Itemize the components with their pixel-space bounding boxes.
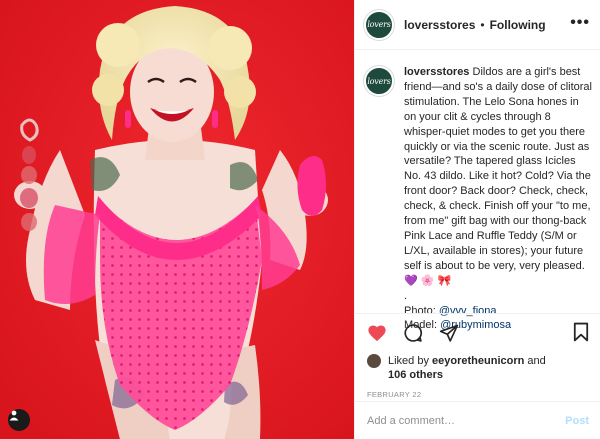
liked-by-prefix: Liked by [388,355,433,367]
action-icon-row [367,322,591,344]
caption-area: lovers loversstores Dildos are a girl's … [355,51,600,331]
comment-input[interactable] [367,414,566,427]
caption-avatar-logo-text: lovers [367,76,391,86]
paper-plane-icon[interactable] [439,323,459,343]
post-actions: Liked by eeyoretheunicorn and 106 others… [355,313,600,401]
caption-text: loversstores Dildos are a girl's best fr… [404,65,592,331]
user-tag-icon[interactable] [8,409,30,431]
likes-row: Liked by eeyoretheunicorn and [367,354,591,368]
heart-icon[interactable] [367,324,387,342]
separator-dot: • [480,17,485,32]
cherry-blossom-emoji: 🌸 [420,274,435,287]
caption-body: Dildos are a girl's best friend—and so's… [404,66,592,272]
purple-heart-emoji: 💜 [404,274,418,287]
liker-avatar[interactable] [367,354,381,368]
liked-by-text: Liked by eeyoretheunicorn and [388,354,546,368]
bookmark-icon[interactable] [573,322,589,347]
caption-avatar[interactable]: lovers [364,66,394,96]
more-options-icon[interactable]: ••• [570,14,590,32]
post-photo[interactable] [0,0,354,439]
post-comment-button[interactable]: Post [565,415,589,427]
photo-illustration [0,0,354,439]
avatar[interactable]: lovers [364,9,394,40]
post-side-panel: lovers loversstores • Following ••• love… [354,0,600,439]
avatar-logo-text: lovers [367,20,391,29]
caption-separator: . [404,289,408,302]
comment-bubble-icon[interactable] [403,323,423,343]
post-header: lovers loversstores • Following ••• [355,0,600,50]
comment-bar: Post [355,401,600,439]
others-count-link[interactable]: 106 others [388,368,591,382]
liked-by-and: and [524,355,546,367]
following-button[interactable]: Following [490,18,546,32]
username-link[interactable]: loversstores [404,18,475,32]
liked-by-user-link[interactable]: eeyoretheunicorn [432,355,524,367]
post-date[interactable]: FEBRUARY 22 [367,390,591,399]
caption-username-link[interactable]: loversstores [404,66,469,78]
ribbon-emoji: 🎀 [437,274,452,287]
